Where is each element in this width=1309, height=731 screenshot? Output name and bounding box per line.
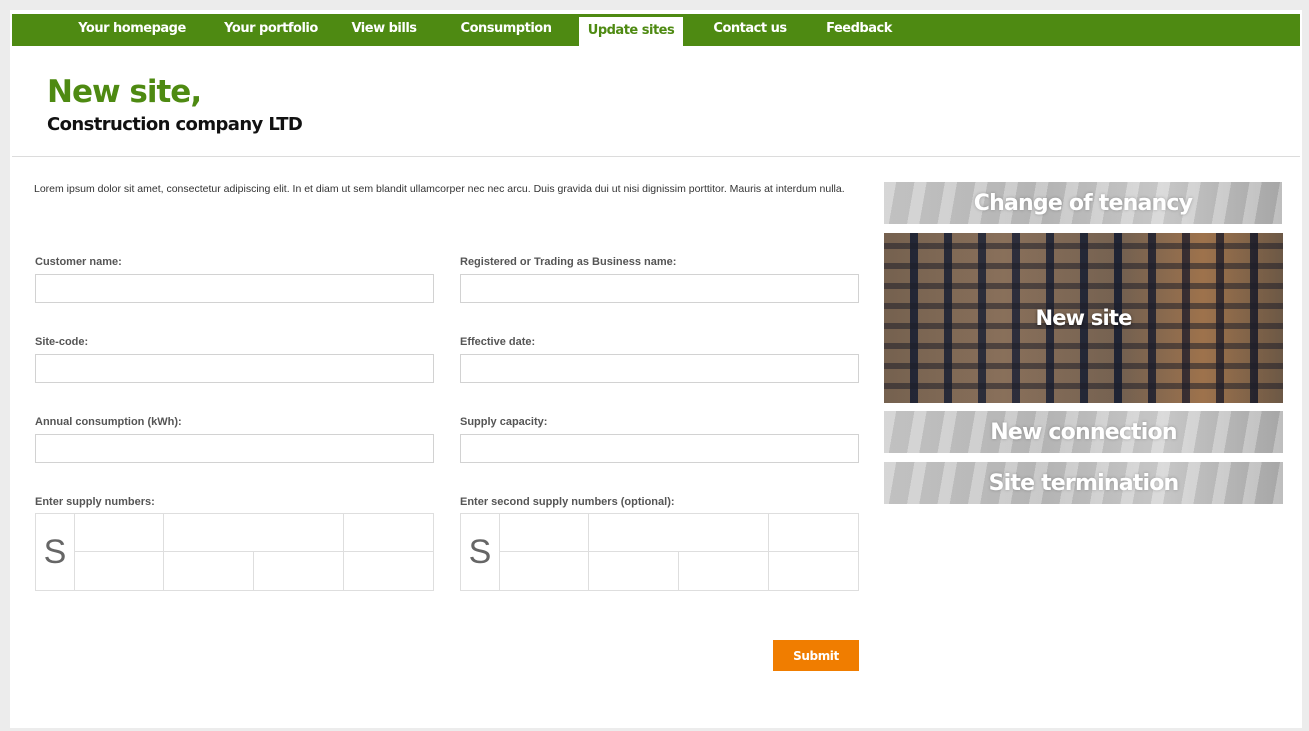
- supply-cell[interactable]: [164, 552, 254, 590]
- nav-feedback[interactable]: Feedback: [816, 14, 902, 46]
- supply-cell[interactable]: [164, 514, 344, 552]
- supply-capacity-label: Supply capacity:: [460, 416, 548, 428]
- effective-date-label: Effective date:: [460, 336, 536, 348]
- page-title: New site,: [47, 74, 202, 110]
- nav-contact-us[interactable]: Contact us: [702, 14, 798, 46]
- effective-date-input[interactable]: [460, 354, 859, 383]
- nav-your-homepage[interactable]: Your homepage: [64, 14, 200, 46]
- site-code-input[interactable]: [35, 354, 434, 383]
- supply-cell[interactable]: [344, 514, 433, 552]
- side-panel-label: Change of tenancy: [973, 190, 1193, 216]
- side-panel-label: New connection: [990, 419, 1177, 445]
- second-supply-numbers-grid: S: [460, 513, 859, 591]
- business-name-input[interactable]: [460, 274, 859, 303]
- second-supply-cell[interactable]: [769, 552, 858, 590]
- supply-cell[interactable]: [74, 514, 164, 552]
- site-code-label: Site-code:: [35, 336, 89, 348]
- side-panel-site-termination[interactable]: Site termination: [884, 462, 1283, 504]
- second-supply-prefix-s: S: [461, 514, 500, 590]
- second-supply-numbers-label: Enter second supply numbers (optional):: [460, 496, 675, 508]
- side-panel-change-of-tenancy[interactable]: Change of tenancy: [884, 182, 1282, 224]
- side-panel-new-connection[interactable]: New connection: [884, 411, 1283, 453]
- nav-your-portfolio[interactable]: Your portfolio: [208, 14, 334, 46]
- supply-capacity-input[interactable]: [460, 434, 859, 463]
- header-divider: [12, 156, 1300, 157]
- second-supply-cell[interactable]: [499, 514, 589, 552]
- supply-numbers-grid: S: [35, 513, 434, 591]
- page-frame: Your homepage Your portfolio View bills …: [10, 10, 1302, 728]
- second-supply-cell[interactable]: [769, 514, 858, 552]
- supply-cell[interactable]: [74, 552, 164, 590]
- main-nav: Your homepage Your portfolio View bills …: [12, 14, 1300, 46]
- side-panel-label: Site termination: [988, 470, 1180, 496]
- second-supply-cell[interactable]: [589, 552, 679, 590]
- annual-consumption-input[interactable]: [35, 434, 434, 463]
- intro-text: Lorem ipsum dolor sit amet, consectetur …: [34, 183, 845, 195]
- supply-numbers-label: Enter supply numbers:: [35, 496, 155, 508]
- supply-cell[interactable]: [344, 552, 433, 590]
- side-panel-new-site[interactable]: New site: [884, 233, 1283, 403]
- nav-consumption[interactable]: Consumption: [446, 14, 566, 46]
- business-name-label: Registered or Trading as Business name:: [460, 256, 677, 268]
- supply-prefix-s: S: [36, 514, 75, 590]
- side-panel-label: New site: [1035, 306, 1132, 330]
- supply-cell[interactable]: [254, 552, 344, 590]
- nav-view-bills[interactable]: View bills: [342, 14, 426, 46]
- annual-consumption-label: Annual consumption (kWh):: [35, 416, 182, 428]
- company-name: Construction company LTD: [47, 114, 303, 135]
- customer-name-label: Customer name:: [35, 256, 122, 268]
- second-supply-cell[interactable]: [589, 514, 769, 552]
- nav-update-sites[interactable]: Update sites: [579, 17, 683, 46]
- second-supply-cell[interactable]: [679, 552, 769, 590]
- customer-name-input[interactable]: [35, 274, 434, 303]
- submit-button[interactable]: Submit: [773, 640, 859, 671]
- second-supply-cell[interactable]: [499, 552, 589, 590]
